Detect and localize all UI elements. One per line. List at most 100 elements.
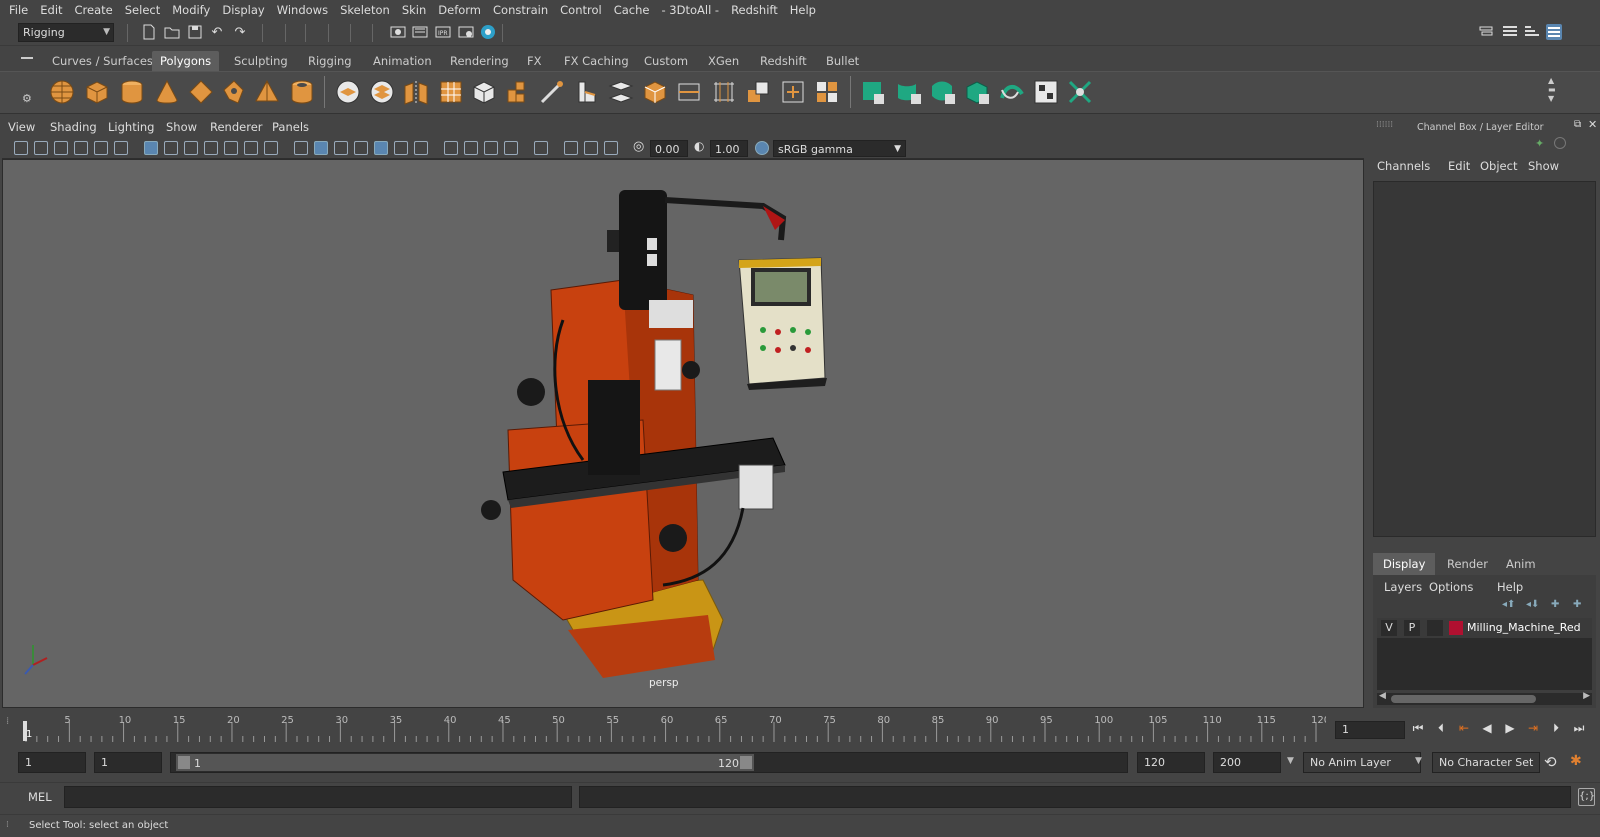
bookmark-icon[interactable]: [54, 141, 68, 155]
menu-create[interactable]: Create: [69, 3, 119, 17]
exposure-icon[interactable]: ◎: [633, 139, 644, 154]
layer-row[interactable]: V P Milling_Machine_Red: [1377, 618, 1592, 638]
auto-key-icon[interactable]: ⟲: [1544, 753, 1557, 771]
isolate-select-icon[interactable]: [534, 141, 548, 155]
poly-sphere-icon[interactable]: [48, 78, 76, 106]
reduce-icon[interactable]: [470, 78, 498, 106]
depth-of-field-icon[interactable]: [504, 141, 518, 155]
viewport-menu-shading[interactable]: Shading: [50, 120, 97, 134]
start-time-field[interactable]: 1: [18, 752, 86, 773]
menu-control[interactable]: Control: [554, 3, 608, 17]
step-forward-frame-icon[interactable]: ⏵: [1549, 721, 1563, 735]
shelf-menu-icon[interactable]: [21, 57, 33, 59]
channel-box-toggle-icon[interactable]: [1546, 24, 1562, 40]
perspective-viewport[interactable]: persp: [2, 159, 1364, 708]
attribute-editor-icon[interactable]: [1502, 24, 1518, 40]
safe-action-icon[interactable]: [244, 141, 258, 155]
exposure-field[interactable]: 0.00: [650, 140, 688, 157]
shelf-tab-xgen[interactable]: XGen: [700, 51, 747, 71]
help-line-drag-handle-icon[interactable]: ⁞: [6, 820, 9, 830]
animation-preferences-icon[interactable]: ✱: [1570, 753, 1582, 769]
menu-display[interactable]: Display: [216, 3, 270, 17]
viewport-menu-renderer[interactable]: Renderer: [210, 120, 263, 134]
drag-handle-icon[interactable]: ⁞⁞⁞⁞⁞⁞: [1376, 120, 1393, 130]
poly-cube-icon[interactable]: [83, 78, 111, 106]
range-start-handle[interactable]: [178, 756, 190, 769]
menu-redshift[interactable]: Redshift: [725, 3, 784, 17]
extrude-icon[interactable]: [504, 78, 532, 106]
gate-mask-icon[interactable]: [204, 141, 218, 155]
render-settings-icon[interactable]: [458, 24, 474, 40]
menu-set-dropdown[interactable]: Rigging ▼: [18, 23, 114, 42]
grid-toggle-icon[interactable]: [144, 141, 158, 155]
hypershade-icon[interactable]: [480, 24, 496, 40]
layer-display-type-toggle[interactable]: [1427, 620, 1443, 636]
uv-planar-icon[interactable]: [860, 78, 888, 106]
playhead[interactable]: [23, 721, 27, 741]
open-scene-icon[interactable]: [164, 24, 180, 40]
shelf-scroll-icon[interactable]: ▲ ▬ ▼: [1548, 76, 1556, 103]
ambient-occlusion-icon[interactable]: [444, 141, 458, 155]
menu-file[interactable]: File: [3, 3, 34, 17]
playback-end-field[interactable]: 120: [1137, 752, 1205, 773]
layer-scrollbar[interactable]: ◀ ▶: [1377, 691, 1592, 705]
render-view-icon[interactable]: [390, 24, 406, 40]
scroll-right-icon[interactable]: ▶: [1583, 691, 1590, 701]
anti-aliasing-icon[interactable]: [484, 141, 498, 155]
safe-title-icon[interactable]: [264, 141, 278, 155]
edit-menu[interactable]: Edit: [1448, 159, 1470, 173]
grease-pencil-icon[interactable]: [114, 141, 128, 155]
smooth-icon[interactable]: [437, 78, 465, 106]
menu-modify[interactable]: Modify: [166, 3, 216, 17]
move-layer-down-icon[interactable]: ◂⬇: [1526, 599, 1539, 610]
poly-cone-icon[interactable]: [153, 78, 181, 106]
two-d-pan-icon[interactable]: [94, 141, 108, 155]
layer-tab-render[interactable]: Render: [1437, 553, 1498, 575]
layers-menu[interactable]: Layers: [1384, 580, 1422, 594]
xray-joints-icon[interactable]: [584, 141, 598, 155]
step-forward-key-icon[interactable]: ⇥: [1526, 721, 1540, 735]
new-layer-selected-icon[interactable]: ✚: [1573, 599, 1581, 610]
shelf-tab-fx-caching[interactable]: FX Caching: [556, 51, 637, 71]
menu-constrain[interactable]: Constrain: [487, 3, 554, 17]
layer-playback-toggle[interactable]: P: [1404, 620, 1420, 636]
anim-layer-dropdown[interactable]: No Anim Layer: [1303, 752, 1421, 773]
render-current-icon[interactable]: [412, 24, 428, 40]
menu-deform[interactable]: Deform: [432, 3, 487, 17]
bevel-icon[interactable]: [573, 78, 601, 106]
help-menu[interactable]: Help: [1497, 580, 1523, 594]
shelf-tab-rigging[interactable]: Rigging: [300, 51, 360, 71]
object-menu[interactable]: Object: [1480, 159, 1517, 173]
close-icon[interactable]: ✕: [1588, 118, 1597, 131]
shelf-tab-fx[interactable]: FX: [519, 51, 550, 71]
redo-icon[interactable]: ↷: [232, 24, 248, 40]
end-time-field[interactable]: 200: [1213, 752, 1281, 773]
move-layer-up-icon[interactable]: ◂⬆: [1502, 599, 1515, 610]
axis-icon[interactable]: ✦: [1535, 137, 1547, 150]
shelf-tab-curves-surfaces[interactable]: Curves / Surfaces: [44, 51, 161, 71]
wireframe-on-shaded-icon[interactable]: [354, 141, 368, 155]
viewport-menu-panels[interactable]: Panels: [272, 120, 309, 134]
viewport-menu-show[interactable]: Show: [166, 120, 197, 134]
channel-list-area[interactable]: [1373, 181, 1596, 537]
uv-automatic-icon[interactable]: [963, 78, 991, 106]
gamma-field[interactable]: 1.00: [710, 140, 748, 157]
freeze-transform-icon[interactable]: [813, 78, 841, 106]
new-layer-icon[interactable]: ✚: [1551, 599, 1559, 610]
poly-pipe-icon[interactable]: [288, 78, 316, 106]
shelf-tab-bullet[interactable]: Bullet: [818, 51, 867, 71]
layer-tab-display[interactable]: Display: [1373, 553, 1436, 575]
xray-icon[interactable]: [564, 141, 578, 155]
play-forwards-icon[interactable]: ▶: [1503, 721, 1517, 735]
smooth-shade-icon[interactable]: [314, 141, 328, 155]
menu-skeleton[interactable]: Skeleton: [334, 3, 396, 17]
poly-pyramid-icon[interactable]: [253, 78, 281, 106]
menu-3dtoall[interactable]: - 3DtoAll -: [655, 3, 725, 17]
shadows-icon[interactable]: [414, 141, 428, 155]
camera-attributes-icon[interactable]: [34, 141, 48, 155]
new-scene-icon[interactable]: [141, 24, 157, 40]
channels-menu[interactable]: Channels: [1377, 159, 1430, 173]
scrollbar-thumb[interactable]: [1391, 695, 1536, 703]
chevron-down-icon[interactable]: ▼: [1287, 756, 1294, 766]
insert-edge-loop-icon[interactable]: [675, 78, 703, 106]
